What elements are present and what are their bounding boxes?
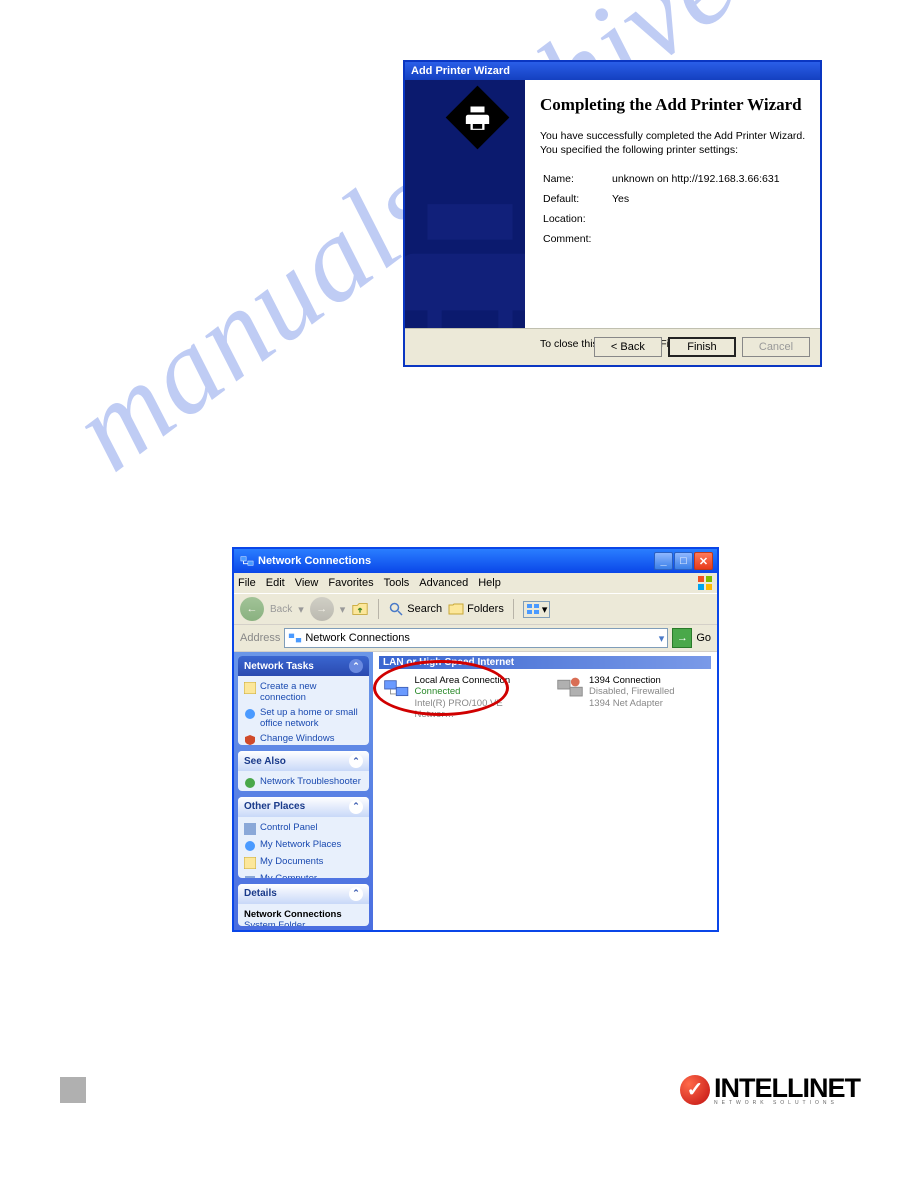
nc-titlebar: Network Connections _ □ ✕ — [234, 549, 717, 573]
close-button[interactable]: ✕ — [694, 552, 713, 570]
setup-network-link[interactable]: Set up a home or small office network — [244, 707, 363, 729]
go-label: Go — [696, 632, 711, 644]
network-tasks-panel: Network Tasks⌃ Create a new connection S… — [238, 656, 369, 745]
go-button[interactable]: → — [672, 628, 692, 648]
folders-button[interactable]: Folders — [448, 601, 504, 617]
checkmark-icon: ✓ — [680, 1075, 710, 1105]
search-button[interactable]: Search — [388, 601, 442, 617]
control-panel-link[interactable]: Control Panel — [244, 822, 363, 835]
menu-view[interactable]: View — [295, 577, 319, 589]
nav-forward-button[interactable]: → — [310, 597, 334, 621]
cancel-button[interactable]: Cancel — [742, 337, 810, 357]
add-printer-wizard-dialog: Add Printer Wizard Completing the Add Pr… — [403, 60, 822, 367]
finish-button[interactable]: Finish — [668, 337, 736, 357]
collapse-icon[interactable]: ⌃ — [349, 659, 363, 673]
menu-favorites[interactable]: Favorites — [328, 577, 373, 589]
minimize-button[interactable]: _ — [654, 552, 673, 570]
wizard-footer: < Back Finish Cancel — [405, 328, 820, 365]
see-also-panel: See Also⌃ Network Troubleshooter — [238, 751, 369, 791]
menu-file[interactable]: File — [238, 577, 256, 589]
menu-edit[interactable]: Edit — [266, 577, 285, 589]
views-button[interactable]: ▾ — [523, 601, 551, 618]
maximize-button[interactable]: □ — [674, 552, 693, 570]
address-label: Address — [240, 632, 280, 644]
firewall-settings-link[interactable]: Change Windows Firewall settings — [244, 733, 363, 745]
collapse-icon[interactable]: ⌃ — [349, 800, 363, 814]
details-panel: Details⌃ Network ConnectionsSystem Folde… — [238, 884, 369, 926]
menu-help[interactable]: Help — [478, 577, 501, 589]
network-connections-window: Network Connections _ □ ✕ File Edit View… — [232, 547, 719, 932]
page-number-box — [60, 1077, 86, 1103]
menu-advanced[interactable]: Advanced — [419, 577, 468, 589]
menu-tools[interactable]: Tools — [384, 577, 410, 589]
lan-connection-icon — [383, 675, 410, 703]
create-connection-link[interactable]: Create a new connection — [244, 681, 363, 703]
network-places-link[interactable]: My Network Places — [244, 839, 363, 852]
local-area-connection[interactable]: Local Area ConnectionConnectedIntel(R) P… — [383, 675, 538, 721]
network-troubleshooter-link[interactable]: Network Troubleshooter — [244, 776, 363, 789]
nc-content: LAN or High-Speed Internet Local Area Co… — [373, 652, 717, 930]
windows-flag-icon — [697, 575, 713, 591]
my-computer-link[interactable]: My Computer — [244, 873, 363, 878]
1394-connection[interactable]: 1394 ConnectionDisabled, Firewalled1394 … — [556, 675, 711, 721]
network-icon — [288, 631, 302, 645]
up-folder-icon[interactable] — [351, 600, 369, 618]
wizard-heading: Completing the Add Printer Wizard — [540, 95, 808, 115]
network-icon — [240, 554, 254, 568]
1394-connection-icon — [556, 675, 584, 703]
wizard-intro-text: You have successfully completed the Add … — [540, 129, 808, 157]
nc-toolbar: ← Back ▾ → ▾ Search Folders ▾ — [234, 594, 717, 625]
page-footer: ✓ INTELLINET NETWORK SOLUTIONS — [60, 1073, 860, 1106]
wizard-titlebar: Add Printer Wizard — [405, 62, 820, 80]
wizard-banner — [405, 80, 525, 328]
nav-back-label: Back — [270, 604, 292, 615]
address-input[interactable]: Network Connections ▾ — [284, 628, 668, 648]
nc-addressbar: Address Network Connections ▾ → Go — [234, 625, 717, 652]
my-documents-link[interactable]: My Documents — [244, 856, 363, 869]
printer-icon — [446, 86, 510, 150]
collapse-icon[interactable]: ⌃ — [349, 887, 363, 901]
back-button[interactable]: < Back — [594, 337, 662, 357]
nc-menubar: File Edit View Favorites Tools Advanced … — [234, 573, 717, 594]
group-header: LAN or High-Speed Internet — [379, 656, 711, 669]
nav-back-button[interactable]: ← — [240, 597, 264, 621]
other-places-panel: Other Places⌃ Control Panel My Network P… — [238, 797, 369, 878]
wizard-settings-table: Name:unknown on http://192.168.3.66:631 … — [540, 169, 783, 250]
intellinet-logo: ✓ INTELLINET NETWORK SOLUTIONS — [680, 1073, 860, 1106]
collapse-icon[interactable]: ⌃ — [349, 754, 363, 768]
nc-sidebar: Network Tasks⌃ Create a new connection S… — [234, 652, 373, 930]
